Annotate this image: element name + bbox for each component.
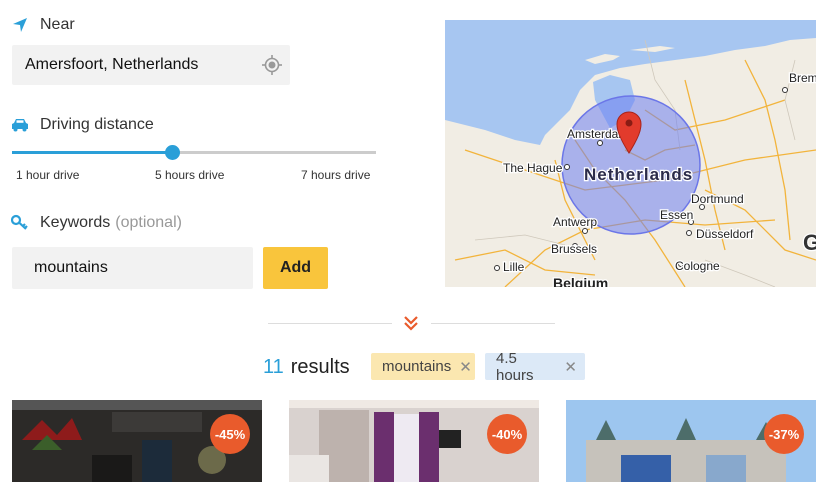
map-label-bremen: Bremen (789, 71, 816, 85)
tick-label-5h: 5 hours drive (155, 168, 225, 182)
map-label-the-hague: The Hague (503, 161, 563, 175)
map-label-antwerp: Antwerp (553, 215, 597, 229)
double-chevron-down-icon[interactable] (402, 314, 420, 332)
discount-badge: -40% (487, 414, 527, 454)
map-label-essen: Essen (660, 208, 693, 222)
location-arrow-icon (10, 16, 30, 34)
remove-filter-icon[interactable]: ✕ (459, 358, 472, 376)
near-location-input[interactable]: Amersfoort, Netherlands (12, 45, 290, 85)
divider-right (431, 323, 555, 324)
keywords-input[interactable]: mountains (12, 247, 253, 289)
keywords-value: mountains (34, 259, 108, 276)
discount-badge: -45% (210, 414, 250, 454)
slider-thumb[interactable] (165, 145, 181, 160)
divider-left (268, 323, 392, 324)
driving-distance-label: Driving distance (10, 116, 154, 134)
map[interactable]: Bremen Amsterdam The Hague Netherlands D… (445, 20, 816, 287)
results-count: 11 (263, 356, 284, 378)
result-card[interactable]: -37% (566, 400, 816, 482)
discount-badge: -37% (764, 414, 804, 454)
map-label-dortmund: Dortmund (691, 192, 744, 206)
results-label: results (290, 356, 350, 378)
near-label-text: Near (40, 16, 75, 33)
map-label-cologne: Cologne (675, 259, 720, 273)
near-label: Near (10, 16, 75, 34)
map-label-lille: Lille (503, 260, 525, 274)
key-icon (10, 214, 30, 232)
map-label-brussels: Brussels (551, 242, 597, 256)
filter-chip-keyword: mountains ✕ (371, 353, 475, 380)
keywords-label-text: Keywords (40, 214, 111, 231)
results-summary: 11 results (263, 356, 350, 379)
crosshair-icon[interactable] (260, 53, 284, 77)
keywords-label: Keywords (optional) (10, 214, 182, 232)
map-label-netherlands: Netherlands (584, 165, 693, 184)
near-location-value: Amersfoort, Netherlands (25, 56, 199, 73)
map-label-belgium: Belgium (553, 275, 608, 287)
filter-chip-duration: 4.5 hours ✕ (485, 350, 585, 384)
result-card[interactable]: -40% (289, 400, 539, 482)
result-card[interactable]: -45% (12, 400, 262, 482)
map-label-g: G (803, 230, 816, 255)
filter-chip-label: 4.5 hours (496, 349, 534, 384)
add-keyword-button[interactable]: Add (263, 247, 328, 289)
driving-distance-slider[interactable] (12, 145, 376, 160)
car-icon (10, 116, 30, 134)
map-label-dusseldorf: Düsseldorf (696, 227, 754, 241)
keywords-optional-hint: (optional) (115, 214, 182, 231)
tick-label-1h: 1 hour drive (16, 168, 80, 182)
filter-chip-label: mountains (382, 358, 452, 375)
remove-filter-icon[interactable]: ✕ (564, 358, 577, 376)
driving-distance-label-text: Driving distance (40, 116, 154, 133)
tick-label-7h: 7 hours drive (301, 168, 371, 182)
slider-fill (12, 151, 173, 154)
